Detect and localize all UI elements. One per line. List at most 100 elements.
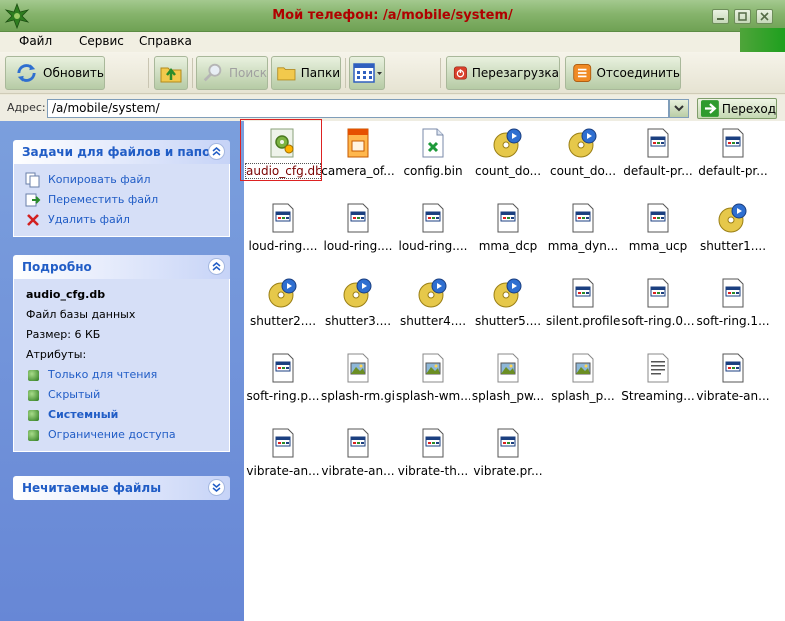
search-button[interactable]: Поиск: [196, 56, 268, 90]
file-item[interactable]: mma_dcp: [471, 198, 545, 272]
menu-file[interactable]: Файл: [17, 34, 54, 48]
file-item[interactable]: shutter4....: [396, 273, 470, 347]
expand-button[interactable]: [208, 479, 225, 496]
image-file-icon: [422, 353, 444, 383]
detail-filetype: Файл базы данных: [26, 308, 136, 321]
go-label: Переход: [721, 101, 776, 116]
file-item[interactable]: vibrate-th...: [396, 423, 470, 497]
minimize-button[interactable]: [712, 9, 729, 24]
power-icon: [453, 66, 467, 80]
title-bar[interactable]: Мой телефон: /a/mobile/system/: [0, 0, 785, 32]
folders-button[interactable]: Папки: [271, 56, 341, 90]
tasks-panel-header[interactable]: Задачи для файлов и папок: [13, 140, 230, 164]
move-file-task[interactable]: Переместить файл: [14, 190, 229, 210]
unreadable-panel-title: Нечитаемые файлы: [22, 481, 162, 495]
file-item[interactable]: vibrate-an...: [321, 423, 395, 497]
delete-file-task[interactable]: Удалить файл: [14, 210, 229, 230]
address-bar: Адрес: /a/mobile/system/ Переход: [0, 95, 785, 121]
file-item[interactable]: splash-rm.gif: [321, 348, 395, 422]
reboot-button[interactable]: Перезагрузка: [446, 56, 560, 90]
delete-file-label: Удалить файл: [48, 213, 130, 226]
file-item[interactable]: camera_of...: [321, 123, 395, 197]
file-item[interactable]: count_do...: [471, 123, 545, 197]
collapse-button[interactable]: [208, 258, 225, 275]
file-item[interactable]: shutter5....: [471, 273, 545, 347]
address-input[interactable]: /a/mobile/system/: [47, 99, 669, 118]
file-item[interactable]: vibrate-an...: [696, 348, 770, 422]
toolbar-separator: [148, 58, 149, 88]
file-item[interactable]: shutter1....: [696, 198, 770, 272]
attr-restricted[interactable]: Ограничение доступа: [14, 425, 229, 445]
search-icon: [203, 63, 222, 82]
attr-system[interactable]: Системный: [14, 405, 229, 425]
file-name: shutter1....: [699, 239, 767, 253]
file-name: soft-ring.0...: [621, 314, 695, 328]
disconnect-button[interactable]: Отсоединить: [565, 56, 681, 90]
delete-icon: [27, 214, 39, 226]
file-item[interactable]: loud-ring....: [246, 198, 320, 272]
file-name: vibrate-th...: [397, 464, 469, 478]
file-item[interactable]: soft-ring.p...: [246, 348, 320, 422]
copy-file-label: Копировать файл: [48, 173, 151, 186]
attribute-bullet-icon: [28, 430, 39, 441]
file-item[interactable]: mma_dyn...: [546, 198, 620, 272]
attr-readonly[interactable]: Только для чтения: [14, 365, 229, 385]
menu-help[interactable]: Справка: [137, 34, 194, 48]
close-button[interactable]: [756, 9, 773, 24]
collapse-button[interactable]: [208, 143, 225, 160]
reboot-label: Перезагрузка: [471, 66, 559, 80]
maximize-button[interactable]: [734, 9, 751, 24]
unreadable-panel-header[interactable]: Нечитаемые файлы: [13, 476, 230, 500]
file-item[interactable]: default-pr...: [696, 123, 770, 197]
attribute-bullet-icon: [28, 370, 39, 381]
unreadable-panel: Нечитаемые файлы: [13, 476, 230, 500]
file-item[interactable]: loud-ring....: [321, 198, 395, 272]
attr-readonly-label: Только для чтения: [48, 368, 158, 381]
file-item[interactable]: vibrate.pr...: [471, 423, 545, 497]
file-item[interactable]: shutter3....: [321, 273, 395, 347]
file-item[interactable]: vibrate-an...: [246, 423, 320, 497]
attribute-check-icon: [28, 410, 39, 421]
file-item[interactable]: loud-ring....: [396, 198, 470, 272]
attr-hidden[interactable]: Скрытый: [14, 385, 229, 405]
address-label: Адрес:: [7, 101, 46, 114]
up-folder-button[interactable]: [154, 56, 188, 90]
window-file-icon: [572, 278, 594, 308]
refresh-button[interactable]: Обновить: [5, 56, 105, 90]
window-file-icon: [347, 428, 369, 458]
view-mode-button[interactable]: [349, 56, 385, 90]
window-file-icon: [572, 203, 594, 233]
address-dropdown-button[interactable]: [669, 99, 689, 118]
file-item[interactable]: splash-wm...: [396, 348, 470, 422]
file-item[interactable]: config.bin: [396, 123, 470, 197]
file-item[interactable]: default-pr...: [621, 123, 695, 197]
details-panel-header[interactable]: Подробно: [13, 255, 230, 279]
tasks-panel-title: Задачи для файлов и папок: [22, 145, 219, 159]
file-item[interactable]: shutter2....: [246, 273, 320, 347]
copy-file-task[interactable]: Копировать файл: [14, 170, 229, 190]
file-item[interactable]: mma_ucp: [621, 198, 695, 272]
file-item[interactable]: soft-ring.1...: [696, 273, 770, 347]
file-item[interactable]: count_do...: [546, 123, 620, 197]
chevron-up-icon: [212, 147, 221, 156]
file-name: mma_dyn...: [547, 239, 619, 253]
file-name: splash-wm...: [396, 389, 470, 403]
file-name: splash_p...: [551, 389, 615, 403]
toolbar: Обновить Поиск Папки Перезагрузка Отсоед…: [0, 52, 785, 94]
close-icon: [760, 12, 769, 21]
file-name: silent.profile: [546, 314, 620, 328]
file-item[interactable]: splash_pw...: [471, 348, 545, 422]
file-name: vibrate.pr...: [473, 464, 543, 478]
file-item[interactable]: Streaming...: [621, 348, 695, 422]
file-item[interactable]: audio_cfg.db: [240, 119, 322, 197]
image-file-icon: [572, 353, 594, 383]
file-item[interactable]: splash_p...: [546, 348, 620, 422]
window-file-icon: [422, 428, 444, 458]
window-file-icon: [347, 203, 369, 233]
menu-service[interactable]: Сервис: [77, 34, 126, 48]
window-title: Мой телефон: /a/mobile/system/: [272, 8, 513, 23]
file-item[interactable]: soft-ring.0...: [621, 273, 695, 347]
go-button[interactable]: Переход: [697, 98, 777, 119]
file-item[interactable]: silent.profile: [546, 273, 620, 347]
chevron-down-icon: [212, 483, 221, 492]
